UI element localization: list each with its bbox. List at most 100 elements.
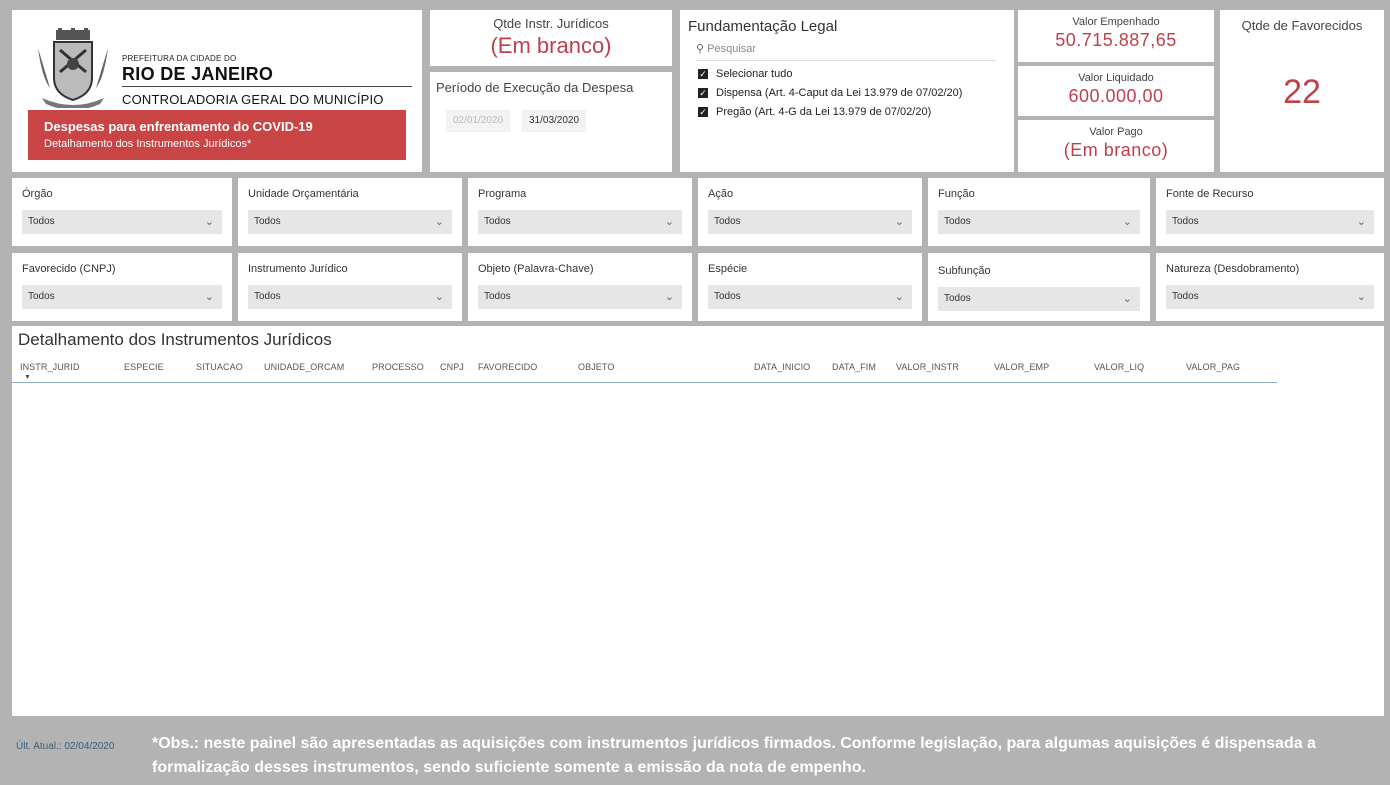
option-label: Pregão (Art. 4-G da Lei 13.979 de 07/02/… <box>716 106 932 118</box>
filter-acao: Ação Todos ⌄ <box>698 178 922 246</box>
option-selecionar-tudo[interactable]: ✓ Selecionar tudo <box>698 68 792 80</box>
option-pregao[interactable]: ✓ Pregão (Art. 4-G da Lei 13.979 de 07/0… <box>698 106 931 118</box>
filter-dropdown[interactable]: Todos ⌄ <box>708 285 912 309</box>
valor-pago-card: Valor Pago (Em branco) <box>1018 120 1214 172</box>
fundamentacao-search[interactable]: ⚲ Pesquisar <box>696 42 996 61</box>
dashboard-subtitle: Detalhamento dos Instrumentos Jurídicos* <box>44 138 252 150</box>
search-placeholder: Pesquisar <box>707 43 757 55</box>
valor-empenhado-label: Valor Empenhado <box>1072 16 1160 28</box>
option-dispensa[interactable]: ✓ Dispensa (Art. 4-Caput da Lei 13.979 d… <box>698 87 962 99</box>
chevron-down-icon: ⌄ <box>894 216 904 228</box>
valor-liquidado-value: 600.000,00 <box>1068 86 1164 106</box>
column-header-cnpj[interactable]: CNPJ <box>440 362 464 372</box>
chevron-down-icon: ⌄ <box>1122 293 1132 305</box>
filter-label: Espécie <box>708 263 748 275</box>
filter-dropdown[interactable]: Todos ⌄ <box>22 285 222 309</box>
filter-label: Ação <box>708 188 734 200</box>
filter-label: Favorecido (CNPJ) <box>22 263 116 275</box>
checkbox-checked-icon[interactable]: ✓ <box>698 107 708 117</box>
dashboard-title-banner: Despesas para enfrentamento do COVID-19 … <box>28 110 406 160</box>
filter-dropdown[interactable]: Todos ⌄ <box>22 210 222 234</box>
city-coat-of-arms-icon <box>38 28 108 108</box>
filter-label: Objeto (Palavra-Chave) <box>478 263 594 275</box>
periodo-end-date[interactable]: 31/03/2020 <box>522 110 587 132</box>
filter-value: Todos <box>1172 216 1199 227</box>
table-title: Detalhamento dos Instrumentos Jurídicos <box>18 330 332 349</box>
footer-observation: *Obs.: neste painel são apresentadas as … <box>152 735 1316 776</box>
column-header-especie[interactable]: ESPECIE <box>124 362 164 372</box>
filter-instrumento-juridico: Instrumento Jurídico Todos ⌄ <box>238 253 462 321</box>
filter-especie: Espécie Todos ⌄ <box>698 253 922 321</box>
filter-dropdown[interactable]: Todos ⌄ <box>248 285 452 309</box>
city-name: RIO DE JANEIRO <box>122 64 274 84</box>
column-header-valor-liq[interactable]: VALOR_LIQ <box>1094 362 1144 372</box>
column-header-objeto[interactable]: OBJETO <box>578 362 614 372</box>
favorecidos-label: Qtde de Favorecidos <box>1241 18 1363 33</box>
chevron-down-icon: ⌄ <box>1122 216 1132 228</box>
filter-dropdown[interactable]: Todos ⌄ <box>1166 285 1374 309</box>
column-header-favorecido[interactable]: FAVORECIDO <box>478 362 537 372</box>
filter-label: Função <box>938 188 975 200</box>
option-label: Dispensa (Art. 4-Caput da Lei 13.979 de … <box>716 87 963 99</box>
filter-value: Todos <box>484 216 511 227</box>
filter-value: Todos <box>714 216 741 227</box>
checkbox-checked-icon[interactable]: ✓ <box>698 88 708 98</box>
filter-value: Todos <box>254 291 281 302</box>
prefeitura-small-text: PREFEITURA DA CIDADE DO <box>122 54 237 63</box>
filter-value: Todos <box>28 216 55 227</box>
qtde-instr-card: Qtde Instr. Jurídicos (Em branco) <box>430 10 672 66</box>
valor-liquidado-label: Valor Liquidado <box>1078 72 1154 84</box>
column-header-valor-instr[interactable]: VALOR_INSTR <box>896 362 959 372</box>
filter-dropdown[interactable]: Todos ⌄ <box>478 210 682 234</box>
logo-divider <box>122 86 412 87</box>
filter-subfuncao: Subfunção Todos ⌄ <box>928 253 1150 321</box>
valor-empenhado-card: Valor Empenhado 50.715.887,65 <box>1018 10 1214 62</box>
filter-dropdown[interactable]: Todos ⌄ <box>1166 210 1374 234</box>
periodo-card: Período de Execução da Despesa 02/01/202… <box>430 72 672 172</box>
filter-label: Instrumento Jurídico <box>248 263 348 275</box>
table-header-row: INSTR_JURID ▼ ESPECIE SITUACAO UNIDADE_O… <box>12 358 1277 383</box>
filter-value: Todos <box>1172 291 1199 302</box>
valor-liquidado-card: Valor Liquidado 600.000,00 <box>1018 66 1214 116</box>
valor-pago-label: Valor Pago <box>1089 126 1143 138</box>
chevron-down-icon: ⌄ <box>1356 216 1366 228</box>
filter-value: Todos <box>944 216 971 227</box>
sort-descending-icon[interactable]: ▼ <box>24 374 31 381</box>
filter-natureza: Natureza (Desdobramento) Todos ⌄ <box>1156 253 1384 321</box>
chevron-down-icon: ⌄ <box>894 291 904 303</box>
checkbox-checked-icon[interactable]: ✓ <box>698 69 708 79</box>
column-header-instr-jurid[interactable]: INSTR_JURID <box>20 362 80 372</box>
qtde-instr-label: Qtde Instr. Jurídicos <box>493 16 609 31</box>
option-label: Selecionar tudo <box>716 68 793 80</box>
search-icon: ⚲ <box>696 43 705 55</box>
detalhamento-table-card: Detalhamento dos Instrumentos Jurídicos … <box>12 326 1384 716</box>
filter-label: Subfunção <box>938 265 991 277</box>
dashboard-title: Despesas para enfrentamento do COVID-19 <box>44 119 313 134</box>
filter-dropdown[interactable]: Todos ⌄ <box>938 210 1140 234</box>
valor-empenhado-value: 50.715.887,65 <box>1055 30 1177 50</box>
periodo-start-date[interactable]: 02/01/2020 <box>446 110 511 132</box>
filter-value: Todos <box>254 216 281 227</box>
column-header-data-inicio[interactable]: DATA_INICIO <box>754 362 810 372</box>
filter-label: Órgão <box>22 188 53 200</box>
column-header-data-fim[interactable]: DATA_FIM <box>832 362 876 372</box>
filter-dropdown[interactable]: Todos ⌄ <box>478 285 682 309</box>
filter-dropdown[interactable]: Todos ⌄ <box>708 210 912 234</box>
filter-label: Fonte de Recurso <box>1166 188 1254 200</box>
filter-programa: Programa Todos ⌄ <box>468 178 692 246</box>
filter-dropdown[interactable]: Todos ⌄ <box>938 287 1140 311</box>
qtde-instr-value: (Em branco) <box>490 33 612 58</box>
column-header-unidade-orcam[interactable]: UNIDADE_ORCAM <box>264 362 344 372</box>
chevron-down-icon: ⌄ <box>434 291 444 303</box>
column-header-situacao[interactable]: SITUACAO <box>196 362 243 372</box>
filter-dropdown[interactable]: Todos ⌄ <box>248 210 452 234</box>
chevron-down-icon: ⌄ <box>664 216 674 228</box>
filter-favorecido-cnpj: Favorecido (CNPJ) Todos ⌄ <box>12 253 232 321</box>
column-header-valor-pag[interactable]: VALOR_PAG <box>1186 362 1240 372</box>
column-header-processo[interactable]: PROCESSO <box>372 362 424 372</box>
column-header-valor-emp[interactable]: VALOR_EMP <box>994 362 1049 372</box>
filter-value: Todos <box>944 293 971 304</box>
controladoria-name: CONTROLADORIA GERAL DO MUNICÍPIO <box>122 92 384 107</box>
filter-value: Todos <box>714 291 741 302</box>
filter-funcao: Função Todos ⌄ <box>928 178 1150 246</box>
